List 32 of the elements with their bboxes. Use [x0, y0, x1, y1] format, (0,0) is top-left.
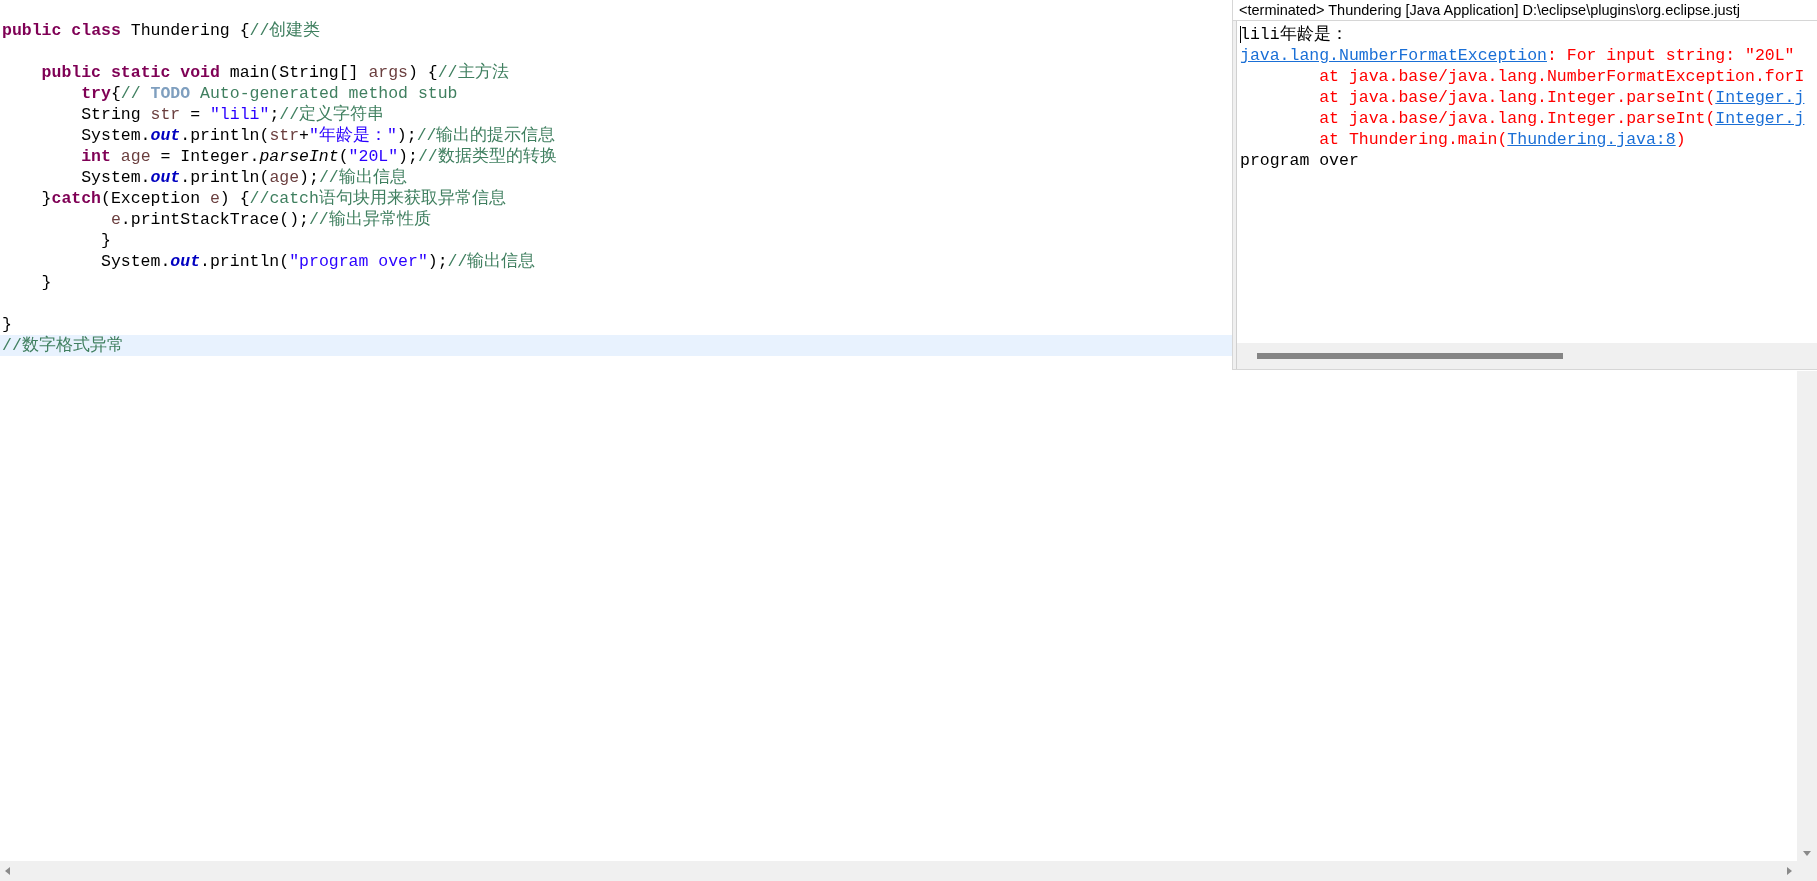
source-link[interactable]: Thundering.java:8: [1507, 130, 1676, 149]
code-line: System.out.println(str+"年龄是：");//输出的提示信息: [80, 125, 557, 146]
code-line: int age = Integer.parseInt("20L");//数据类型的转换: [80, 146, 558, 167]
console-line: java.lang.NumberFormatException: For input string: "20L": [1239, 45, 1796, 66]
scroll-down-icon[interactable]: [1802, 850, 1812, 857]
source-link[interactable]: Integer.j: [1715, 88, 1805, 107]
code-line: try{// TODO Auto-generated method stub: [80, 83, 459, 104]
code-line: e.printStackTrace();//输出异常性质: [109, 209, 432, 230]
source-link[interactable]: java.lang.NumberFormatException: [1240, 46, 1547, 65]
horizontal-scrollbar[interactable]: [0, 861, 1817, 881]
code-line: System.out.println("program over");//输出信息: [100, 251, 537, 272]
code-line: System.out.println(age);//输出信息: [80, 167, 408, 188]
text-cursor: [1240, 26, 1241, 43]
code-line: }catch(Exception e) {//catch语句块用来获取异常信息: [40, 188, 507, 209]
scroll-right-icon[interactable]: [1786, 866, 1793, 876]
console-line: at java.base/java.lang.Integer.parseInt(Integer.j: [1318, 87, 1806, 108]
console-line: lili年龄是：: [1239, 24, 1349, 45]
code-line: }: [1, 314, 13, 335]
code-line: public class Thundering {//创建类: [1, 20, 322, 41]
scrollbar-thumb[interactable]: [1257, 353, 1563, 359]
console-title: <terminated> Thundering [Java Application] D:\eclipse\plugins\org.eclipse.justj: [1233, 0, 1817, 21]
console-line: program over: [1239, 150, 1360, 171]
vertical-scrollbar[interactable]: [1797, 371, 1817, 861]
source-link[interactable]: Integer.j: [1715, 109, 1805, 128]
code-line: public static void main(String[] args) {//主方法: [40, 62, 510, 83]
code-line: String str = "lili";//定义字符串: [80, 104, 386, 125]
console-line: at java.base/java.lang.NumberFormatException.forI: [1318, 66, 1806, 87]
code-line: }: [40, 272, 53, 293]
code-line: }: [100, 230, 112, 251]
console-line: at Thundering.main(Thundering.java:8): [1318, 129, 1687, 150]
scroll-left-icon[interactable]: [4, 866, 11, 876]
console-line: at java.base/java.lang.Integer.parseInt(Integer.j: [1318, 108, 1806, 129]
